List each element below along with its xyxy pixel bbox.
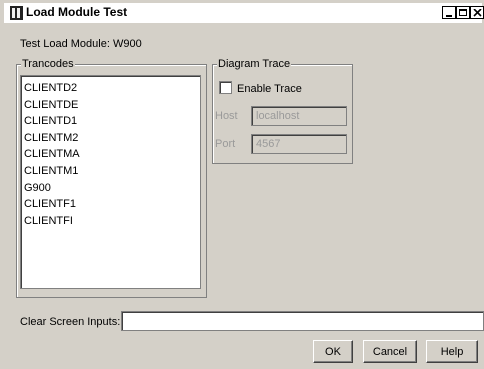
- diagram-trace-group-title: Diagram Trace: [217, 57, 292, 71]
- list-item[interactable]: G900: [23, 180, 198, 197]
- window-title: Load Module Test: [26, 5, 128, 19]
- clear-screen-inputs-label: Clear Screen Inputs:: [20, 316, 121, 328]
- list-item[interactable]: CLIENTDE: [23, 97, 198, 114]
- clear-screen-inputs-field[interactable]: [121, 311, 484, 331]
- port-label: Port: [215, 138, 236, 150]
- host-input[interactable]: [251, 106, 347, 126]
- load-module-test-window: Load Module Test Test Load Module: W900 …: [0, 0, 484, 369]
- host-label: Host: [215, 110, 238, 122]
- ok-button[interactable]: OK: [313, 340, 353, 363]
- minimize-icon[interactable]: [442, 6, 456, 19]
- list-item[interactable]: CLIENTD2: [23, 80, 198, 97]
- enable-trace-row[interactable]: Enable Trace: [219, 81, 302, 95]
- enable-trace-label: Enable Trace: [237, 83, 302, 95]
- diagram-trace-group: Diagram Trace Enable Trace Host Port: [212, 57, 353, 164]
- enable-trace-checkbox[interactable]: [219, 81, 232, 94]
- list-item[interactable]: CLIENTM2: [23, 130, 198, 147]
- maximize-icon[interactable]: [456, 6, 470, 19]
- list-item[interactable]: CLIENTM1: [23, 163, 198, 180]
- trancodes-group-title: Trancodes: [21, 57, 75, 71]
- module-value: W900: [112, 38, 142, 50]
- list-item[interactable]: CLIENTFI: [23, 213, 198, 230]
- trancodes-list[interactable]: CLIENTD2 CLIENTDE CLIENTD1 CLIENTM2 CLIE…: [20, 75, 201, 289]
- module-label-text: Test Load Module:: [20, 38, 110, 50]
- help-button[interactable]: Help: [426, 340, 478, 363]
- cancel-button[interactable]: Cancel: [363, 340, 417, 363]
- list-item[interactable]: CLIENTD1: [23, 113, 198, 130]
- app-icon: [10, 6, 23, 20]
- close-icon[interactable]: [470, 6, 484, 19]
- port-input[interactable]: [251, 134, 347, 154]
- trancodes-group: Trancodes CLIENTD2 CLIENTDE CLIENTD1 CLI…: [16, 57, 207, 298]
- list-item[interactable]: CLIENTF1: [23, 196, 198, 213]
- test-load-module-label: Test Load Module: W900: [20, 38, 142, 50]
- list-item[interactable]: CLIENTMA: [23, 146, 198, 163]
- title-bar[interactable]: Load Module Test: [4, 3, 484, 23]
